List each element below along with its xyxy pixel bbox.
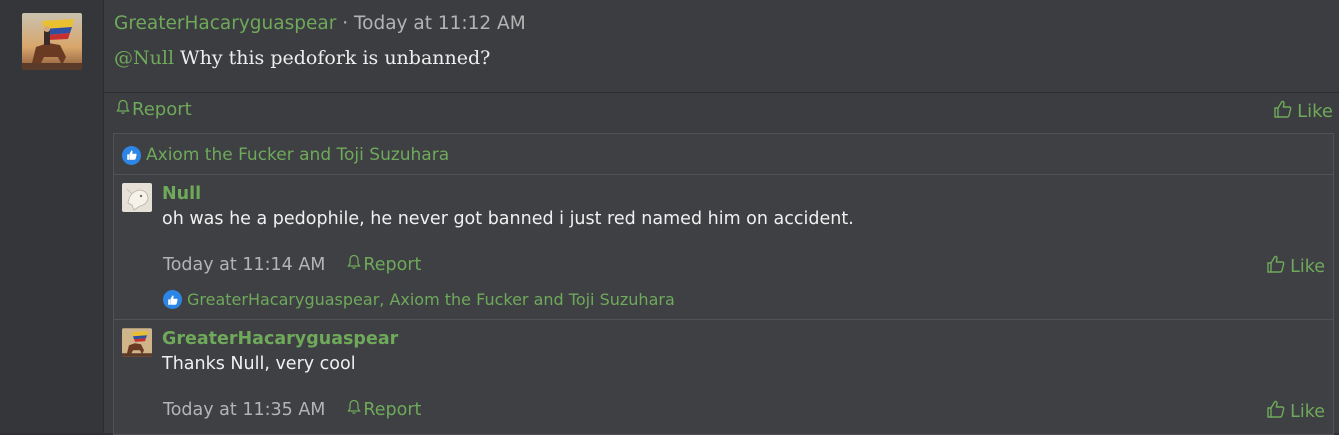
like-reaction-badge-icon [122, 145, 141, 165]
post-reactions[interactable]: Axiom the Fucker and Toji Suzuhara [122, 144, 449, 166]
report-label: Report [132, 99, 192, 120]
like-reaction-badge-icon [163, 290, 182, 309]
post-header: GreaterHacaryguaspear · Today at 11:12 A… [114, 13, 526, 34]
comment-item: GreaterHacaryguaspear Thanks Null, very … [114, 319, 1333, 434]
thumbs-up-icon [1266, 254, 1286, 279]
comment-author-link[interactable]: GreaterHacaryguaspear [162, 329, 398, 349]
comment-timestamp[interactable]: Today at 11:14 AM [163, 255, 325, 275]
like-label: Like [1297, 101, 1333, 122]
post-reactions-text: Axiom the Fucker and Toji Suzuhara [146, 145, 450, 165]
thumbs-up-icon [1273, 99, 1293, 124]
comment-author-avatar[interactable] [122, 183, 152, 212]
thumbs-up-icon [1266, 399, 1286, 424]
comment-like-label: Like [1290, 256, 1325, 277]
post-actions: Report Like [104, 97, 1339, 125]
comment-like-button[interactable]: Like [1266, 254, 1325, 279]
user-mention-link[interactable]: @Null [114, 47, 174, 69]
comment-report-label: Report [363, 399, 422, 420]
comment-item: Null oh was he a pedophile, he never got… [114, 174, 1333, 319]
comment-text: oh was he a pedophile, he never got bann… [162, 209, 854, 229]
comments-section: Axiom the Fucker and Toji Suzuhara Null … [113, 133, 1334, 435]
comment-reactions-text: GreaterHacaryguaspear, Axiom the Fucker … [187, 290, 675, 309]
post-timestamp[interactable]: Today at 11:12 AM [354, 13, 526, 34]
bell-icon [347, 399, 362, 420]
post-body: @Null Why this pedofork is unbanned? [114, 47, 490, 69]
report-button[interactable]: Report [116, 99, 192, 120]
comment-report-button[interactable]: Report [347, 399, 421, 420]
post-author-avatar[interactable] [22, 13, 82, 70]
post-main: GreaterHacaryguaspear · Today at 11:12 A… [104, 0, 1339, 435]
comment-author-link[interactable]: Null [162, 184, 201, 204]
comment-like-label: Like [1290, 401, 1325, 422]
comment-author-avatar[interactable] [122, 328, 152, 357]
post-container: GreaterHacaryguaspear · Today at 11:12 A… [0, 0, 1339, 435]
bell-icon [347, 254, 362, 275]
comment-meta: Today at 11:14 AM Report [163, 254, 421, 275]
bell-icon [116, 99, 130, 120]
post-divider [104, 92, 1339, 93]
comment-reactions[interactable]: GreaterHacaryguaspear, Axiom the Fucker … [163, 290, 675, 309]
post-sidebar [0, 0, 104, 433]
post-author-link[interactable]: GreaterHacaryguaspear [114, 13, 336, 34]
comment-meta: Today at 11:35 AM Report [163, 399, 421, 420]
comment-text: Thanks Null, very cool [162, 354, 356, 374]
like-button[interactable]: Like [1273, 99, 1333, 124]
comment-timestamp[interactable]: Today at 11:35 AM [163, 400, 325, 420]
comment-report-label: Report [363, 254, 422, 275]
header-separator: · [336, 13, 354, 34]
comment-like-button[interactable]: Like [1266, 399, 1325, 424]
comment-report-button[interactable]: Report [347, 254, 421, 275]
post-body-text: Why this pedofork is unbanned? [174, 47, 491, 69]
